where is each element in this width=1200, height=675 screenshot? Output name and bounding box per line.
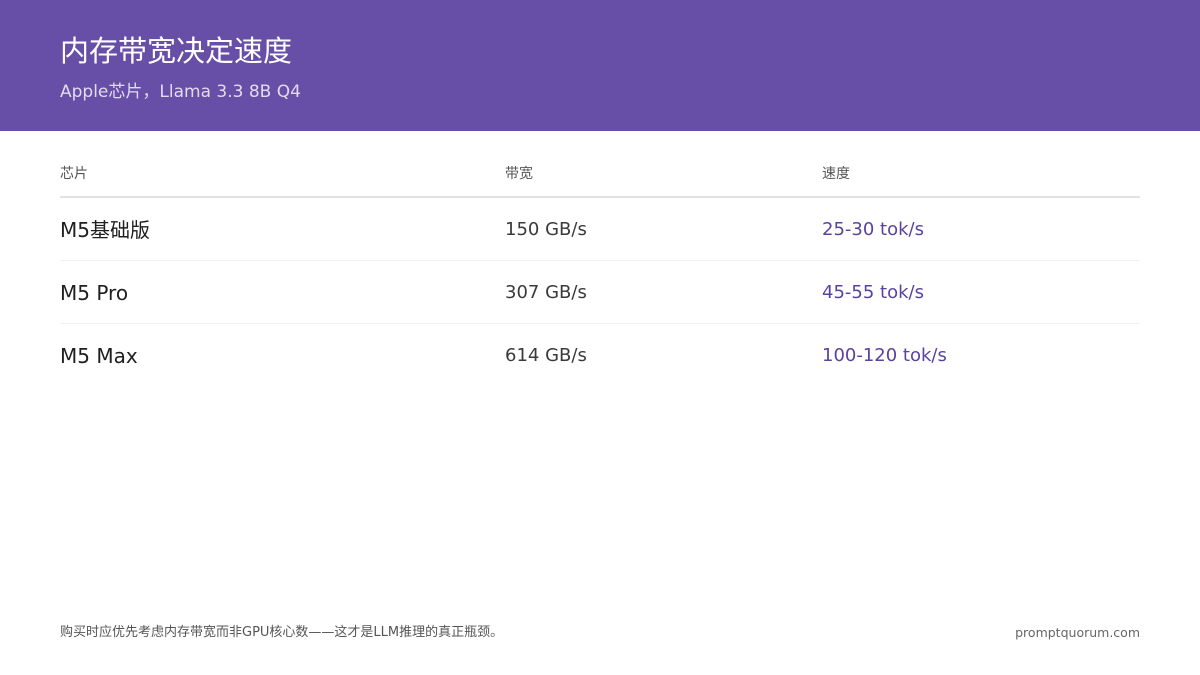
comparison-table: 芯片 带宽 速度 M5基础版 150 GB/s 25-30 tok/s M5 P… xyxy=(60,155,1140,386)
chip-cell: M5 Max xyxy=(60,344,138,368)
column-header-bandwidth: 带宽 xyxy=(505,166,533,182)
page-subtitle: Apple芯片，Llama 3.3 8B Q4 xyxy=(60,82,301,102)
footer-note: 购买时应优先考虑内存带宽而非GPU核心数——这才是LLM推理的真正瓶颈。 xyxy=(60,625,504,640)
chip-cell: M5 Pro xyxy=(60,281,129,305)
table-row: M5基础版 150 GB/s 25-30 tok/s xyxy=(60,198,1140,261)
bandwidth-cell: 614 GB/s xyxy=(505,345,587,366)
column-header-speed: 速度 xyxy=(822,166,850,182)
header-banner: 内存带宽决定速度 Apple芯片，Llama 3.3 8B Q4 xyxy=(0,0,1200,131)
table-header: 芯片 带宽 速度 xyxy=(60,155,1140,198)
bandwidth-cell: 307 GB/s xyxy=(505,282,587,303)
table-row: M5 Pro 307 GB/s 45-55 tok/s xyxy=(60,261,1140,324)
speed-cell: 25-30 tok/s xyxy=(822,219,924,240)
column-header-chip: 芯片 xyxy=(60,166,88,182)
speed-cell: 45-55 tok/s xyxy=(822,282,924,303)
footer-site-link[interactable]: promptquorum.com xyxy=(1015,624,1140,642)
page-title: 内存带宽决定速度 xyxy=(60,34,293,68)
table-row: M5 Max 614 GB/s 100-120 tok/s xyxy=(60,324,1140,386)
bandwidth-cell: 150 GB/s xyxy=(505,219,587,240)
speed-cell: 100-120 tok/s xyxy=(822,345,947,366)
chip-cell: M5基础版 xyxy=(60,218,150,242)
